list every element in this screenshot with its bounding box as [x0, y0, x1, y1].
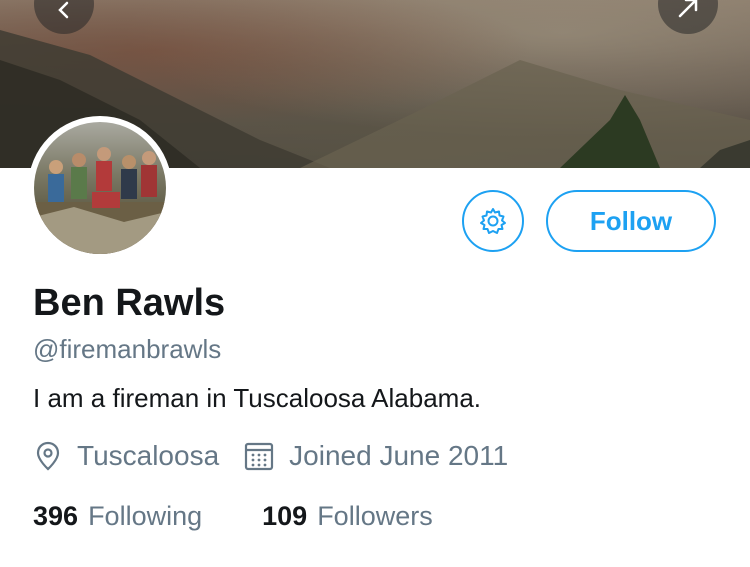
location-text: Tuscaloosa [77, 440, 220, 471]
profile-location: Tuscaloosa [33, 440, 219, 472]
profile-meta: Tuscaloosa Joined June 2011 [33, 440, 508, 472]
following-link[interactable]: 396 Following [33, 501, 202, 532]
back-arrow-icon [58, 1, 69, 19]
profile-handle: @firemanbrawls [33, 334, 222, 364]
share-icon [678, 0, 698, 18]
followers-label: Followers [317, 501, 433, 531]
avatar[interactable] [28, 116, 172, 260]
profile-stats: 396 Following 109 Followers [33, 501, 433, 532]
gear-icon [480, 208, 506, 234]
followers-count: 109 [262, 501, 308, 531]
profile-bio: I am a fireman in Tuscaloosa Alabama. [33, 383, 482, 413]
calendar-icon [245, 442, 274, 471]
following-count: 396 [33, 501, 79, 531]
profile-settings-button[interactable] [462, 190, 524, 252]
location-pin-icon [36, 441, 60, 471]
profile-name: Ben Rawls [33, 282, 226, 324]
following-label: Following [88, 501, 203, 531]
follow-button[interactable]: Follow [546, 190, 716, 252]
avatar-image [34, 122, 166, 254]
followers-link[interactable]: 109 Followers [262, 501, 433, 532]
joined-text: Joined June 2011 [289, 440, 509, 471]
profile-joined: Joined June 2011 [243, 440, 508, 472]
